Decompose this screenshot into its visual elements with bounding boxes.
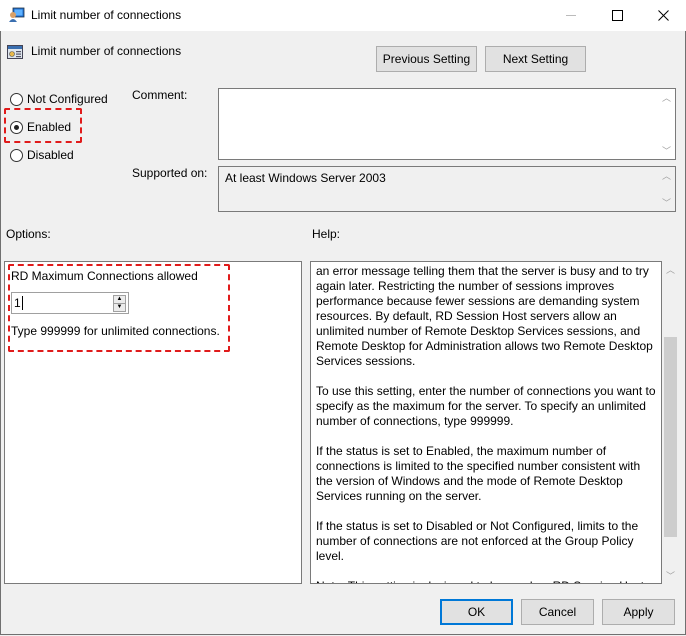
- options-label: Options:: [6, 227, 51, 241]
- radio-circle: [10, 148, 23, 162]
- minimize-icon: [566, 15, 576, 16]
- radio-disabled[interactable]: Disabled: [10, 148, 74, 162]
- radio-not-configured[interactable]: Not Configured: [10, 92, 108, 106]
- comment-label: Comment:: [132, 88, 188, 102]
- close-button[interactable]: [640, 0, 686, 31]
- scroll-down-icon[interactable]: ﹀: [658, 194, 675, 211]
- help-paragraph: If the status is set to Enabled, the max…: [316, 444, 641, 503]
- help-paragraph: If the status is set to Disabled or Not …: [316, 519, 639, 563]
- radio-label: Disabled: [27, 148, 74, 162]
- apply-button[interactable]: Apply: [602, 599, 675, 625]
- maximize-button[interactable]: [594, 0, 640, 31]
- supported-on-value: At least Windows Server 2003: [225, 171, 386, 185]
- help-scroll-thumb[interactable]: [664, 337, 677, 537]
- help-paragraph: an error message telling them that the s…: [316, 264, 653, 368]
- help-label: Help:: [312, 227, 341, 241]
- help-scrollbar[interactable]: ︿ ﹀: [662, 261, 679, 584]
- title-bar: Limit number of connections: [0, 0, 686, 31]
- scroll-up-icon[interactable]: ︿: [658, 89, 675, 106]
- radio-label: Not Configured: [27, 92, 108, 106]
- comment-scrollbar[interactable]: ︿ ﹀: [658, 89, 675, 159]
- close-icon: [657, 10, 669, 21]
- cancel-button[interactable]: Cancel: [521, 599, 594, 625]
- policy-app-icon: [9, 7, 25, 22]
- enabled-highlight-box: [4, 108, 82, 143]
- minimize-button[interactable]: [548, 0, 594, 31]
- scroll-down-icon[interactable]: ﹀: [662, 567, 679, 584]
- radio-circle: [10, 92, 23, 106]
- supported-on-label: Supported on:: [132, 166, 208, 180]
- scroll-up-icon[interactable]: ︿: [658, 167, 675, 184]
- help-paragraph: Note: This setting is designed to be use…: [316, 579, 658, 583]
- scroll-down-icon[interactable]: ﹀: [658, 142, 675, 159]
- supported-scrollbar[interactable]: ︿ ﹀: [658, 167, 675, 211]
- supported-on-box: At least Windows Server 2003 ︿ ﹀: [218, 166, 676, 212]
- scroll-up-icon[interactable]: ︿: [662, 261, 679, 278]
- setting-title: Limit number of connections: [31, 44, 182, 58]
- help-panel: an error message telling them that the s…: [310, 261, 662, 584]
- maximize-icon: [611, 10, 623, 21]
- ok-button[interactable]: OK: [440, 599, 513, 625]
- help-text: an error message telling them that the s…: [316, 264, 658, 583]
- help-paragraph: To use this setting, enter the number of…: [316, 384, 656, 428]
- options-highlight-box: [8, 264, 230, 352]
- policy-setting-icon: [7, 45, 23, 59]
- comment-textarea[interactable]: ︿ ﹀: [218, 88, 676, 160]
- next-setting-button[interactable]: Next Setting: [485, 46, 586, 72]
- window-title: Limit number of connections: [31, 8, 182, 22]
- previous-setting-button[interactable]: Previous Setting: [376, 46, 477, 72]
